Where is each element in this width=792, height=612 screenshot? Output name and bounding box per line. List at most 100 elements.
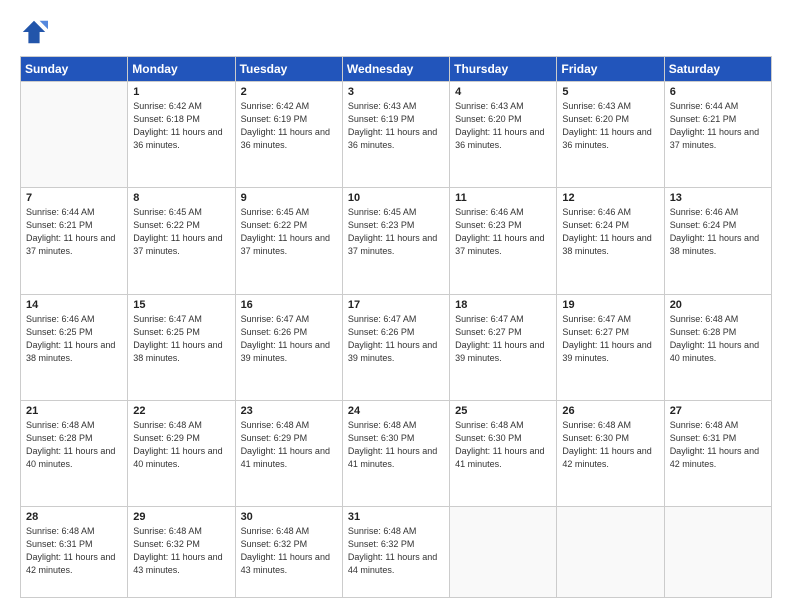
calendar-cell: [557, 507, 664, 598]
day-number: 28: [26, 511, 122, 523]
day-number: 25: [455, 405, 551, 417]
calendar-cell: 29 Sunrise: 6:48 AM Sunset: 6:32 PM Dayli…: [128, 507, 235, 598]
page: SundayMondayTuesdayWednesdayThursdayFrid…: [0, 0, 792, 612]
logo: [20, 18, 52, 46]
cell-info: Sunrise: 6:45 AM Sunset: 6:23 PM Dayligh…: [348, 206, 444, 258]
calendar-cell: 16 Sunrise: 6:47 AM Sunset: 6:26 PM Dayli…: [235, 294, 342, 400]
calendar-week-row: 21 Sunrise: 6:48 AM Sunset: 6:28 PM Dayli…: [21, 400, 772, 506]
calendar-cell: 28 Sunrise: 6:48 AM Sunset: 6:31 PM Dayli…: [21, 507, 128, 598]
calendar-cell: 24 Sunrise: 6:48 AM Sunset: 6:30 PM Dayli…: [342, 400, 449, 506]
calendar-cell: 22 Sunrise: 6:48 AM Sunset: 6:29 PM Dayli…: [128, 400, 235, 506]
day-number: 24: [348, 405, 444, 417]
calendar-cell: 26 Sunrise: 6:48 AM Sunset: 6:30 PM Dayli…: [557, 400, 664, 506]
day-number: 8: [133, 192, 229, 204]
cell-info: Sunrise: 6:45 AM Sunset: 6:22 PM Dayligh…: [133, 206, 229, 258]
cell-info: Sunrise: 6:46 AM Sunset: 6:25 PM Dayligh…: [26, 313, 122, 365]
cell-info: Sunrise: 6:43 AM Sunset: 6:20 PM Dayligh…: [455, 100, 551, 152]
day-number: 11: [455, 192, 551, 204]
calendar-cell: 20 Sunrise: 6:48 AM Sunset: 6:28 PM Dayli…: [664, 294, 771, 400]
day-number: 7: [26, 192, 122, 204]
cell-info: Sunrise: 6:47 AM Sunset: 6:27 PM Dayligh…: [455, 313, 551, 365]
cell-info: Sunrise: 6:42 AM Sunset: 6:19 PM Dayligh…: [241, 100, 337, 152]
calendar-cell: 10 Sunrise: 6:45 AM Sunset: 6:23 PM Dayli…: [342, 188, 449, 294]
cell-info: Sunrise: 6:48 AM Sunset: 6:28 PM Dayligh…: [26, 419, 122, 471]
header: [20, 18, 772, 46]
cell-info: Sunrise: 6:47 AM Sunset: 6:26 PM Dayligh…: [241, 313, 337, 365]
calendar-cell: [664, 507, 771, 598]
cell-info: Sunrise: 6:44 AM Sunset: 6:21 PM Dayligh…: [26, 206, 122, 258]
calendar-cell: [21, 82, 128, 188]
calendar-cell: 27 Sunrise: 6:48 AM Sunset: 6:31 PM Dayli…: [664, 400, 771, 506]
calendar-day-header: Sunday: [21, 57, 128, 82]
day-number: 5: [562, 86, 658, 98]
calendar-cell: 31 Sunrise: 6:48 AM Sunset: 6:32 PM Dayli…: [342, 507, 449, 598]
day-number: 30: [241, 511, 337, 523]
day-number: 31: [348, 511, 444, 523]
calendar-cell: 14 Sunrise: 6:46 AM Sunset: 6:25 PM Dayli…: [21, 294, 128, 400]
day-number: 16: [241, 299, 337, 311]
day-number: 21: [26, 405, 122, 417]
calendar-cell: 19 Sunrise: 6:47 AM Sunset: 6:27 PM Dayli…: [557, 294, 664, 400]
cell-info: Sunrise: 6:48 AM Sunset: 6:30 PM Dayligh…: [562, 419, 658, 471]
calendar-cell: [450, 507, 557, 598]
calendar-cell: 25 Sunrise: 6:48 AM Sunset: 6:30 PM Dayli…: [450, 400, 557, 506]
calendar-cell: 11 Sunrise: 6:46 AM Sunset: 6:23 PM Dayli…: [450, 188, 557, 294]
calendar-cell: 15 Sunrise: 6:47 AM Sunset: 6:25 PM Dayli…: [128, 294, 235, 400]
cell-info: Sunrise: 6:43 AM Sunset: 6:19 PM Dayligh…: [348, 100, 444, 152]
cell-info: Sunrise: 6:46 AM Sunset: 6:24 PM Dayligh…: [562, 206, 658, 258]
cell-info: Sunrise: 6:48 AM Sunset: 6:32 PM Dayligh…: [133, 525, 229, 577]
calendar-day-header: Friday: [557, 57, 664, 82]
day-number: 20: [670, 299, 766, 311]
calendar-cell: 5 Sunrise: 6:43 AM Sunset: 6:20 PM Daylig…: [557, 82, 664, 188]
day-number: 14: [26, 299, 122, 311]
day-number: 9: [241, 192, 337, 204]
calendar-header-row: SundayMondayTuesdayWednesdayThursdayFrid…: [21, 57, 772, 82]
cell-info: Sunrise: 6:48 AM Sunset: 6:29 PM Dayligh…: [133, 419, 229, 471]
cell-info: Sunrise: 6:42 AM Sunset: 6:18 PM Dayligh…: [133, 100, 229, 152]
day-number: 1: [133, 86, 229, 98]
calendar-cell: 30 Sunrise: 6:48 AM Sunset: 6:32 PM Dayli…: [235, 507, 342, 598]
calendar-cell: 7 Sunrise: 6:44 AM Sunset: 6:21 PM Daylig…: [21, 188, 128, 294]
day-number: 13: [670, 192, 766, 204]
cell-info: Sunrise: 6:47 AM Sunset: 6:26 PM Dayligh…: [348, 313, 444, 365]
calendar-cell: 12Sunrise: 6:46 AM Sunset: 6:24 PM Dayli…: [557, 188, 664, 294]
logo-icon: [20, 18, 48, 46]
day-number: 27: [670, 405, 766, 417]
calendar-day-header: Thursday: [450, 57, 557, 82]
cell-info: Sunrise: 6:48 AM Sunset: 6:31 PM Dayligh…: [26, 525, 122, 577]
day-number: 17: [348, 299, 444, 311]
calendar-cell: 2 Sunrise: 6:42 AM Sunset: 6:19 PM Daylig…: [235, 82, 342, 188]
calendar-cell: 6Sunrise: 6:44 AM Sunset: 6:21 PM Daylig…: [664, 82, 771, 188]
cell-info: Sunrise: 6:48 AM Sunset: 6:28 PM Dayligh…: [670, 313, 766, 365]
calendar-week-row: 28 Sunrise: 6:48 AM Sunset: 6:31 PM Dayli…: [21, 507, 772, 598]
day-number: 29: [133, 511, 229, 523]
cell-info: Sunrise: 6:46 AM Sunset: 6:23 PM Dayligh…: [455, 206, 551, 258]
day-number: 10: [348, 192, 444, 204]
cell-info: Sunrise: 6:48 AM Sunset: 6:32 PM Dayligh…: [348, 525, 444, 577]
day-number: 6: [670, 86, 766, 98]
cell-info: Sunrise: 6:46 AM Sunset: 6:24 PM Dayligh…: [670, 206, 766, 258]
cell-info: Sunrise: 6:47 AM Sunset: 6:27 PM Dayligh…: [562, 313, 658, 365]
cell-info: Sunrise: 6:48 AM Sunset: 6:32 PM Dayligh…: [241, 525, 337, 577]
day-number: 18: [455, 299, 551, 311]
day-number: 22: [133, 405, 229, 417]
cell-info: Sunrise: 6:48 AM Sunset: 6:30 PM Dayligh…: [455, 419, 551, 471]
calendar-cell: 21 Sunrise: 6:48 AM Sunset: 6:28 PM Dayli…: [21, 400, 128, 506]
day-number: 19: [562, 299, 658, 311]
calendar-day-header: Monday: [128, 57, 235, 82]
day-number: 26: [562, 405, 658, 417]
day-number: 2: [241, 86, 337, 98]
calendar-cell: 4Sunrise: 6:43 AM Sunset: 6:20 PM Daylig…: [450, 82, 557, 188]
calendar-table: SundayMondayTuesdayWednesdayThursdayFrid…: [20, 56, 772, 598]
calendar-cell: 3Sunrise: 6:43 AM Sunset: 6:19 PM Daylig…: [342, 82, 449, 188]
cell-info: Sunrise: 6:48 AM Sunset: 6:31 PM Dayligh…: [670, 419, 766, 471]
calendar-cell: 13 Sunrise: 6:46 AM Sunset: 6:24 PM Dayli…: [664, 188, 771, 294]
cell-info: Sunrise: 6:47 AM Sunset: 6:25 PM Dayligh…: [133, 313, 229, 365]
cell-info: Sunrise: 6:48 AM Sunset: 6:30 PM Dayligh…: [348, 419, 444, 471]
cell-info: Sunrise: 6:43 AM Sunset: 6:20 PM Dayligh…: [562, 100, 658, 152]
day-number: 15: [133, 299, 229, 311]
cell-info: Sunrise: 6:48 AM Sunset: 6:29 PM Dayligh…: [241, 419, 337, 471]
calendar-week-row: 1 Sunrise: 6:42 AM Sunset: 6:18 PM Daylig…: [21, 82, 772, 188]
calendar-cell: 23Sunrise: 6:48 AM Sunset: 6:29 PM Dayli…: [235, 400, 342, 506]
calendar-cell: 9Sunrise: 6:45 AM Sunset: 6:22 PM Daylig…: [235, 188, 342, 294]
